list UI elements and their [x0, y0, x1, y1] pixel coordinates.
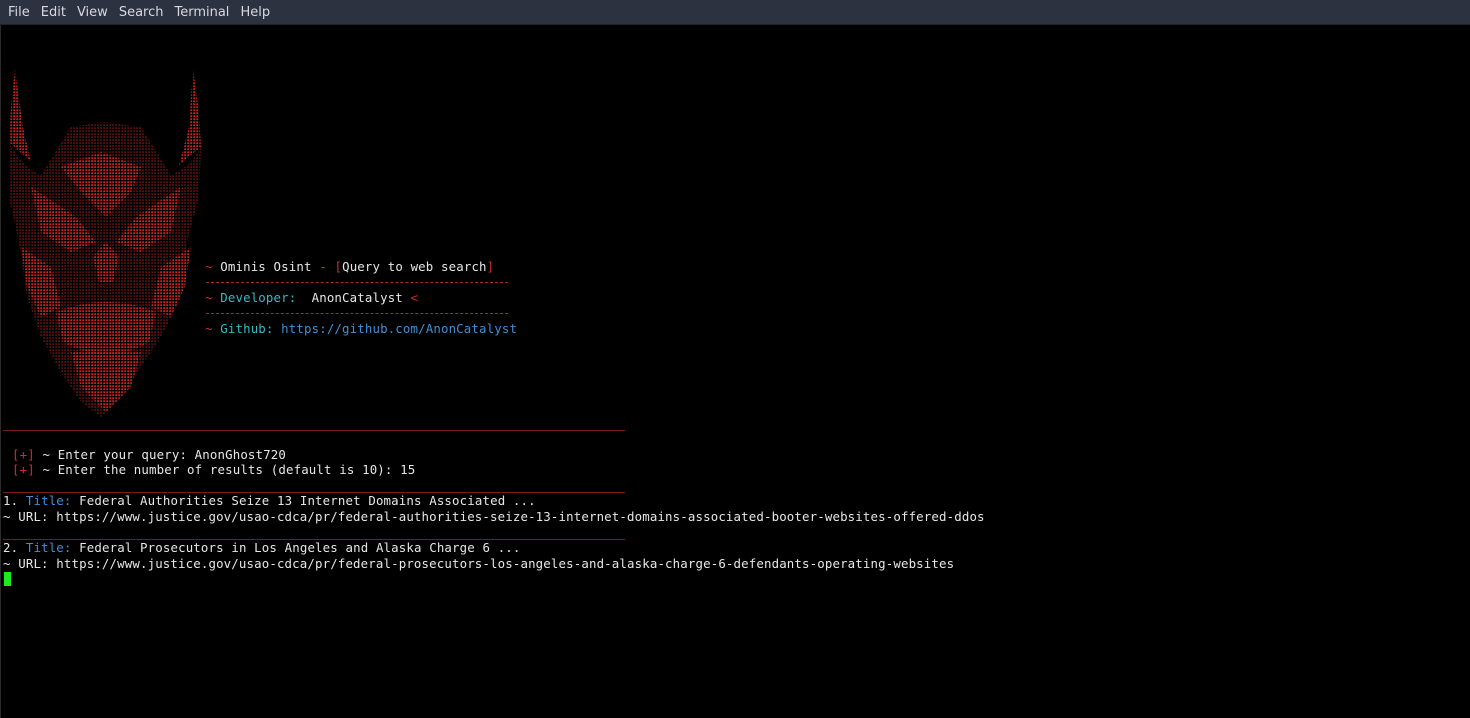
bracket-open: [: [334, 259, 343, 274]
terminal-area[interactable]: ~ Ominis Osint - [Query to web search] ~…: [0, 25, 1470, 718]
devil-ascii-art: [9, 69, 201, 417]
bracket-close: ]: [486, 259, 495, 274]
developer-label: Developer:: [220, 290, 297, 305]
result-title: Federal Authorities Seize 13 Internet Do…: [79, 493, 536, 508]
tilde: ~: [205, 259, 213, 274]
prompt-marker: [+]: [12, 462, 35, 477]
divider: [206, 282, 508, 283]
menu-edit[interactable]: Edit: [35, 0, 71, 25]
separator: [3, 430, 625, 431]
banner-developer-line: ~ Developer: AnonCatalyst <: [205, 290, 418, 305]
github-link[interactable]: https://github.com/AnonCatalyst: [281, 321, 517, 336]
result-number: 1.: [3, 493, 19, 508]
result-number: 2.: [3, 540, 19, 555]
prompt-text: ~ Enter your query: AnonGhost720: [42, 447, 286, 462]
result-title-label: Title:: [25, 540, 72, 555]
tilde: ~: [205, 321, 213, 336]
menu-view[interactable]: View: [71, 0, 113, 25]
dash: -: [319, 259, 327, 274]
menu-search[interactable]: Search: [113, 0, 169, 25]
github-label: Github:: [220, 321, 274, 336]
tool-name: Ominis Osint: [220, 259, 312, 274]
result-url-line[interactable]: ~ URL: https://www.justice.gov/usao-cdca…: [3, 509, 985, 524]
developer-suffix: <: [410, 290, 419, 305]
menu-file[interactable]: File: [2, 0, 35, 25]
tilde: ~: [205, 290, 213, 305]
result-url-line[interactable]: ~ URL: https://www.justice.gov/usao-cdca…: [3, 556, 954, 571]
result-title-label: Title:: [25, 493, 72, 508]
menu-terminal[interactable]: Terminal: [168, 0, 234, 25]
terminal-cursor: [4, 572, 11, 586]
banner-title-line: ~ Ominis Osint - [Query to web search]: [205, 259, 494, 274]
menu-help[interactable]: Help: [234, 0, 275, 25]
count-prompt: [+] ~ Enter the number of results (defau…: [12, 462, 415, 477]
result-title-line: 2. Title: Federal Prosecutors in Los Ang…: [3, 540, 521, 555]
divider: [206, 313, 508, 314]
developer-name: AnonCatalyst: [311, 290, 403, 305]
prompt-marker: [+]: [12, 447, 35, 462]
menu-bar: File Edit View Search Terminal Help: [0, 0, 1470, 25]
result-title: Federal Prosecutors in Los Angeles and A…: [79, 540, 521, 555]
banner-github-line: ~ Github: https://github.com/AnonCatalys…: [205, 321, 517, 336]
tagline: Query to web search: [342, 259, 487, 274]
prompt-text: ~ Enter the number of results (default i…: [42, 462, 416, 477]
result-title-line: 1. Title: Federal Authorities Seize 13 I…: [3, 493, 536, 508]
query-prompt: [+] ~ Enter your query: AnonGhost720: [12, 447, 286, 462]
